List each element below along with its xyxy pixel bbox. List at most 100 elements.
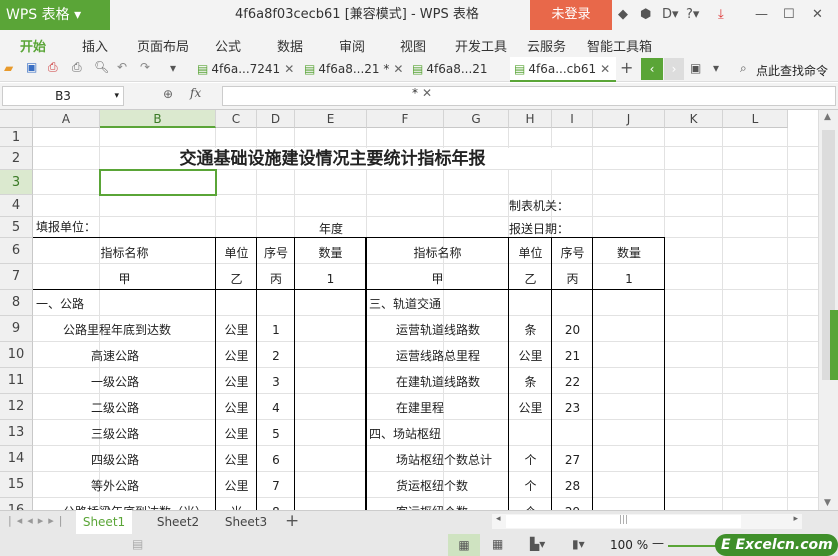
right-item-name[interactable]: 货运枢纽个数 xyxy=(396,474,509,498)
normal-view-icon[interactable]: ▦ xyxy=(448,534,480,556)
menu-5[interactable]: 审阅 xyxy=(339,36,365,55)
sheet-tab-Sheet2[interactable]: Sheet2 xyxy=(150,510,206,534)
row-header-16[interactable]: 16 xyxy=(0,498,33,510)
formula-input[interactable] xyxy=(222,86,836,106)
row-header-12[interactable]: 12 xyxy=(0,394,33,420)
left-item-seq[interactable]: 3 xyxy=(257,370,295,394)
sheet-title[interactable]: 交通基础设施建设情况主要统计指标年报 xyxy=(100,148,565,170)
left-item-name[interactable]: 高速公路 xyxy=(91,344,216,368)
right-item-unit[interactable]: 条 xyxy=(509,318,552,342)
column-header-G[interactable]: G xyxy=(444,110,509,128)
add-sheet-icon[interactable]: + xyxy=(285,511,299,531)
row-header-14[interactable]: 14 xyxy=(0,446,33,472)
row-header-4[interactable]: 4 xyxy=(0,195,33,217)
code-cell[interactable]: 丙 xyxy=(552,268,593,290)
left-item-unit[interactable]: 米 xyxy=(216,500,257,510)
header-cell[interactable]: 数量 xyxy=(593,243,665,264)
org-label[interactable]: 制表机关： xyxy=(444,195,569,217)
doc-tab[interactable]: ▤ 4f6a...7241 ✕ xyxy=(193,57,296,82)
command-search[interactable]: 点此查找命令 xyxy=(756,62,828,79)
sheet-nav-arrows-icon[interactable]: |◂◂▸▸| xyxy=(8,514,68,527)
maximize-icon[interactable]: ☐ xyxy=(783,7,795,22)
tab-next-icon[interactable]: › xyxy=(664,58,684,80)
right-item-name[interactable]: 四、场站枢纽 xyxy=(369,422,509,446)
column-header-D[interactable]: D xyxy=(257,110,295,128)
doc-tab[interactable]: ▤ 4f6a...cb61 ✕ xyxy=(510,57,616,82)
left-item-name[interactable]: 公路桥梁年底到达数（米） xyxy=(63,500,216,510)
right-item-seq[interactable]: 29 xyxy=(552,500,593,510)
right-item-name[interactable]: 在建里程 xyxy=(396,396,509,420)
left-item-unit[interactable]: 公里 xyxy=(216,448,257,472)
side-panel-toggle[interactable] xyxy=(830,310,838,380)
right-item-seq[interactable]: 23 xyxy=(552,396,593,420)
left-item-unit[interactable]: 公里 xyxy=(216,318,257,342)
right-item-seq[interactable]: 22 xyxy=(552,370,593,394)
download-icon[interactable]: ⤓ xyxy=(718,7,724,22)
close-tab-icon[interactable]: ✕ xyxy=(422,86,432,100)
sheet-tab-Sheet3[interactable]: Sheet3 xyxy=(218,510,274,534)
print-preview-icon[interactable]: 🔍︎ xyxy=(94,60,109,74)
right-item-unit[interactable]: 条 xyxy=(509,370,552,394)
left-item-name[interactable]: 三级公路 xyxy=(91,422,216,446)
right-item-unit[interactable]: 公里 xyxy=(509,344,552,368)
left-item-name[interactable]: 四级公路 xyxy=(91,448,216,472)
right-item-name[interactable]: 运营线路总里程 xyxy=(396,344,509,368)
row-header-2[interactable]: 2 xyxy=(0,147,33,170)
left-item-name[interactable]: 一级公路 xyxy=(91,370,216,394)
menu-3[interactable]: 公式 xyxy=(215,36,241,55)
left-item-seq[interactable]: 8 xyxy=(257,500,295,510)
column-header-C[interactable]: C xyxy=(216,110,257,128)
column-header-J[interactable]: J xyxy=(593,110,665,128)
row-header-6[interactable]: 6 xyxy=(0,238,33,264)
page-layout-icon[interactable]: ▙▾ xyxy=(530,537,545,551)
doc-tab[interactable]: ▤ 4f6a8...21 * ✕ xyxy=(408,57,508,100)
close-tab-icon[interactable]: ✕ xyxy=(600,62,610,76)
present-icon[interactable]: ▣ xyxy=(690,61,701,75)
tab-menu-icon[interactable]: ▾ xyxy=(713,61,719,75)
menu-8[interactable]: 云服务 xyxy=(527,36,566,55)
search-icon[interactable]: ⌕ xyxy=(740,61,747,76)
right-item-name[interactable]: 客运枢纽个数 xyxy=(396,500,509,510)
eye-protect-icon[interactable]: ▮▾ xyxy=(572,537,585,551)
right-item-unit[interactable]: 个 xyxy=(509,474,552,498)
zoom-formula-icon[interactable]: ⊕ xyxy=(163,87,173,101)
left-item-unit[interactable]: 公里 xyxy=(216,422,257,446)
feedback-icon[interactable]: D▾ xyxy=(662,7,679,22)
select-all-corner[interactable] xyxy=(0,110,33,128)
column-header-K[interactable]: K xyxy=(665,110,723,128)
row-header-7[interactable]: 7 xyxy=(0,264,33,290)
login-button[interactable]: 未登录 xyxy=(530,0,612,30)
left-item-unit[interactable]: 公里 xyxy=(216,396,257,420)
zoom-out-icon[interactable]: — xyxy=(652,536,664,550)
row-header-15[interactable]: 15 xyxy=(0,472,33,498)
date-label[interactable]: 报送日期： xyxy=(444,219,569,239)
zoom-level[interactable]: 100 % xyxy=(610,538,648,552)
save-icon[interactable]: ▣ xyxy=(26,60,37,74)
left-item-name[interactable]: 二级公路 xyxy=(91,396,216,420)
left-item-unit[interactable] xyxy=(216,292,257,316)
menu-2[interactable]: 页面布局 xyxy=(137,36,189,55)
code-cell[interactable]: 乙 xyxy=(509,268,552,290)
code-cell[interactable]: 1 xyxy=(295,268,366,290)
tab-prev-icon[interactable]: ‹ xyxy=(641,58,663,80)
right-item-seq[interactable] xyxy=(552,292,593,316)
right-item-unit[interactable]: 个 xyxy=(509,500,552,510)
column-header-E[interactable]: E xyxy=(295,110,367,128)
left-item-seq[interactable]: 7 xyxy=(257,474,295,498)
left-item-unit[interactable]: 公里 xyxy=(216,370,257,394)
menu-1[interactable]: 插入 xyxy=(82,36,108,55)
minimize-icon[interactable]: — xyxy=(755,7,768,22)
right-item-unit[interactable]: 公里 xyxy=(509,396,552,420)
sheet-tab-Sheet1[interactable]: Sheet1 xyxy=(76,510,132,534)
menu-9[interactable]: 智能工具箱 xyxy=(587,36,652,55)
redo-icon[interactable]: ↷ xyxy=(140,60,150,74)
column-header-F[interactable]: F xyxy=(367,110,444,128)
close-tab-icon[interactable]: ✕ xyxy=(284,62,294,76)
wps-menu-button[interactable]: WPS 表格 ▾ xyxy=(0,0,110,30)
horizontal-scrollbar[interactable]: ◂ ||| ▸ xyxy=(492,514,802,529)
name-box[interactable]: B3 ▾ xyxy=(2,86,124,106)
right-item-name[interactable]: 场站枢纽个数总计 xyxy=(396,448,509,472)
close-icon[interactable]: ✕ xyxy=(812,7,823,22)
row-header-9[interactable]: 9 xyxy=(0,316,33,342)
print-icon[interactable]: ⎙ xyxy=(72,60,82,75)
